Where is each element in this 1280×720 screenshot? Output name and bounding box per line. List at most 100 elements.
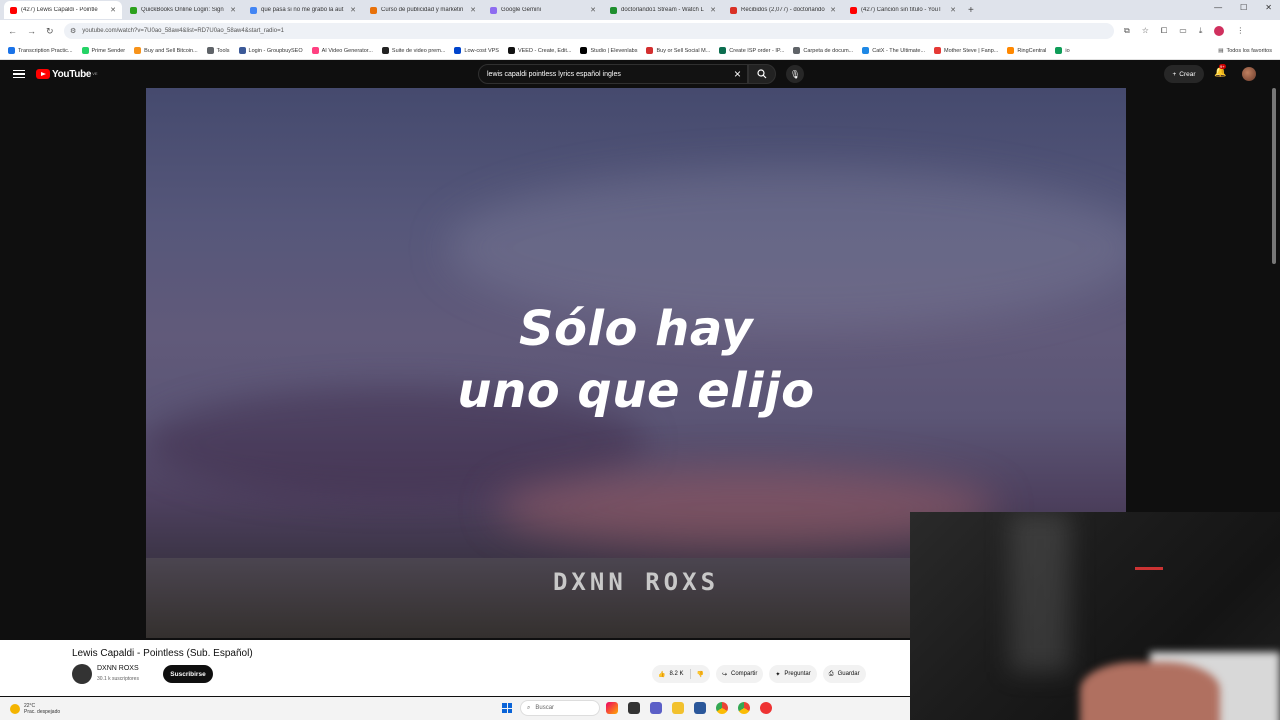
bookmark-item[interactable]: Prime Sender bbox=[81, 47, 125, 54]
minimize-icon[interactable]: — bbox=[1214, 3, 1222, 12]
sidebar-icon[interactable]: ▭ bbox=[1179, 26, 1187, 36]
back-icon[interactable]: ← bbox=[8, 26, 17, 37]
bookmark-item[interactable]: Buy or Sell Social M... bbox=[646, 47, 710, 54]
notifications-button[interactable]: 🔔 9+ bbox=[1214, 64, 1226, 78]
url-field[interactable]: ⚙ youtube.com/watch?v=7U0ao_58aw4&list=R… bbox=[64, 23, 1114, 39]
bookmark-favicon-icon bbox=[862, 47, 870, 54]
bookmark-label: Buy and Sell Bitcoin... bbox=[144, 47, 198, 54]
webcam-red-light bbox=[1135, 567, 1163, 570]
bookmark-item[interactable]: AI Video Generator... bbox=[311, 47, 373, 54]
weather-widget[interactable]: 22°C Prac. despejado bbox=[10, 703, 60, 715]
ask-button[interactable]: ✦ Preguntar bbox=[769, 665, 817, 683]
tab-close-icon[interactable]: ✕ bbox=[830, 6, 836, 14]
all-bookmarks[interactable]: ▤ Todos los favoritos bbox=[1218, 48, 1272, 54]
lyric-line-2: uno que elijo bbox=[457, 363, 815, 419]
bookmark-item[interactable]: Tools bbox=[206, 47, 230, 54]
tab-close-icon[interactable]: ✕ bbox=[350, 6, 356, 14]
bookmark-item[interactable]: Low-cost VPS bbox=[454, 47, 499, 54]
tab-close-icon[interactable]: ✕ bbox=[110, 6, 116, 14]
bookmark-item[interactable]: VEED - Create, Edit... bbox=[507, 47, 571, 54]
webcam-hand bbox=[1080, 662, 1220, 720]
browser-tab[interactable]: doctorlando1 Stream - Watch L ✕ bbox=[604, 1, 722, 19]
clear-search-icon[interactable]: × bbox=[734, 67, 741, 81]
close-window-icon[interactable]: ✕ bbox=[1265, 3, 1272, 12]
search-query: lewis capaldi pointless lyrics español i… bbox=[487, 70, 621, 78]
browser-tab[interactable]: (427) Canción sin título - YouT ✕ bbox=[844, 1, 962, 19]
chrome-profile-icon[interactable] bbox=[738, 702, 750, 714]
browser-tab[interactable]: Curso de publicidad y marketin ✕ bbox=[364, 1, 482, 19]
teams-app-icon[interactable] bbox=[650, 702, 662, 714]
voice-search-button[interactable]: 🎙 bbox=[786, 65, 804, 83]
lyrics-caption: Sólo hay uno que elijo bbox=[146, 298, 1126, 422]
maximize-icon[interactable]: ☐ bbox=[1240, 3, 1247, 12]
search-icon bbox=[757, 69, 767, 79]
channel-name[interactable]: DXNN ROXS bbox=[97, 665, 139, 672]
thumbs-up-icon: 👍 bbox=[658, 671, 666, 678]
forward-icon[interactable]: → bbox=[27, 26, 36, 37]
paint-app-icon[interactable] bbox=[606, 702, 618, 714]
channel-avatar[interactable] bbox=[72, 664, 92, 684]
bookmark-label: io bbox=[1065, 47, 1070, 54]
extensions-icon[interactable]: ⧠ bbox=[1161, 26, 1167, 36]
bookmark-item[interactable]: Transcription Practic... bbox=[8, 47, 73, 54]
bookmark-label: Tools bbox=[216, 47, 230, 54]
bookmark-item[interactable]: Create ISP order - IP... bbox=[719, 47, 784, 54]
youtube-logo[interactable]: YouTube VE bbox=[36, 69, 98, 80]
install-icon[interactable]: ⧉ bbox=[1124, 26, 1130, 36]
page-scrollbar[interactable] bbox=[1272, 88, 1276, 264]
download-icon[interactable]: ⤓ bbox=[1199, 26, 1203, 36]
video-actions: 👍 8.2 K 👎 ↪ Compartir ✦ Preguntar ⎙ Guar… bbox=[652, 665, 866, 683]
bookmark-item[interactable]: CatX - The Ultimate... bbox=[862, 47, 925, 54]
browser-tab[interactable]: Google Gemini ✕ bbox=[484, 1, 602, 19]
menu-dots-icon[interactable]: ⋮ bbox=[1236, 26, 1244, 36]
bookmark-item[interactable]: io bbox=[1055, 47, 1070, 54]
windows-start-icon[interactable] bbox=[502, 703, 512, 713]
like-button[interactable]: 👍 8.2 K 👎 bbox=[652, 665, 710, 683]
task-view-icon[interactable] bbox=[628, 702, 640, 714]
thumbs-down-icon[interactable]: 👎 bbox=[697, 671, 704, 678]
create-button[interactable]: + Crear bbox=[1164, 65, 1204, 83]
tab-close-icon[interactable]: ✕ bbox=[230, 6, 236, 14]
save-button[interactable]: ⎙ Guardar bbox=[822, 665, 866, 683]
tab-close-icon[interactable]: ✕ bbox=[470, 6, 476, 14]
file-explorer-icon[interactable] bbox=[672, 702, 684, 714]
bookmark-item[interactable]: Studio | Elevenlabs bbox=[580, 47, 637, 54]
bookmark-item[interactable]: Login - GroupbuySEO bbox=[238, 47, 303, 54]
menu-icon[interactable] bbox=[13, 69, 25, 79]
profile-avatar[interactable] bbox=[1214, 26, 1225, 36]
reload-icon[interactable]: ↻ bbox=[46, 26, 54, 37]
bookmark-item[interactable]: Buy and Sell Bitcoin... bbox=[134, 47, 198, 54]
bookmark-star-icon[interactable]: ☆ bbox=[1142, 26, 1149, 36]
tab-favicon-icon bbox=[730, 6, 737, 14]
new-tab-button[interactable]: + bbox=[968, 5, 974, 16]
bookmark-favicon-icon bbox=[134, 47, 142, 54]
tab-close-icon[interactable]: ✕ bbox=[590, 6, 596, 14]
lyric-line-1: Sólo hay bbox=[518, 301, 754, 357]
ask-label: Preguntar bbox=[784, 671, 811, 677]
chrome-icon[interactable] bbox=[716, 702, 728, 714]
account-avatar[interactable] bbox=[1242, 67, 1256, 81]
tab-list: (427) Lewis Capaldi - Pointle ✕ QuickBooks… bbox=[4, 1, 964, 19]
site-info-icon[interactable]: ⚙ bbox=[70, 27, 76, 35]
store-app-icon[interactable] bbox=[694, 702, 706, 714]
taskbar-search[interactable]: ⌕ Buscar bbox=[520, 700, 600, 716]
bookmark-item[interactable]: RingCentral bbox=[1007, 47, 1046, 54]
tab-close-icon[interactable]: ✕ bbox=[950, 6, 956, 14]
search-input[interactable]: lewis capaldi pointless lyrics español i… bbox=[478, 64, 748, 84]
browser-tab[interactable]: QuickBooks Online Login: Sign ✕ bbox=[124, 1, 242, 19]
tab-title: Recibidos (2,077) - doctorlando bbox=[741, 7, 825, 13]
tab-close-icon[interactable]: ✕ bbox=[710, 6, 716, 14]
browser-tab[interactable]: (427) Lewis Capaldi - Pointle ✕ bbox=[4, 1, 122, 19]
browser-tab[interactable]: Recibidos (2,077) - doctorlando ✕ bbox=[724, 1, 842, 19]
notification-badge: 9+ bbox=[1219, 64, 1226, 69]
bookmark-item[interactable]: Carpeta de docum... bbox=[793, 47, 853, 54]
recorder-app-icon[interactable] bbox=[760, 702, 772, 714]
bookmark-item[interactable]: Mother Steve | Fanp... bbox=[934, 47, 998, 54]
like-divider bbox=[689, 669, 691, 679]
search-button[interactable] bbox=[748, 64, 776, 84]
bookmark-item[interactable]: Suite de video prem... bbox=[381, 47, 445, 54]
all-bookmarks-label: Todos los favoritos bbox=[1226, 47, 1272, 54]
subscribe-button[interactable]: Suscribirse bbox=[163, 665, 213, 683]
browser-tab[interactable]: que pasa si no me grabo la aut ✕ bbox=[244, 1, 362, 19]
share-button[interactable]: ↪ Compartir bbox=[715, 665, 764, 683]
